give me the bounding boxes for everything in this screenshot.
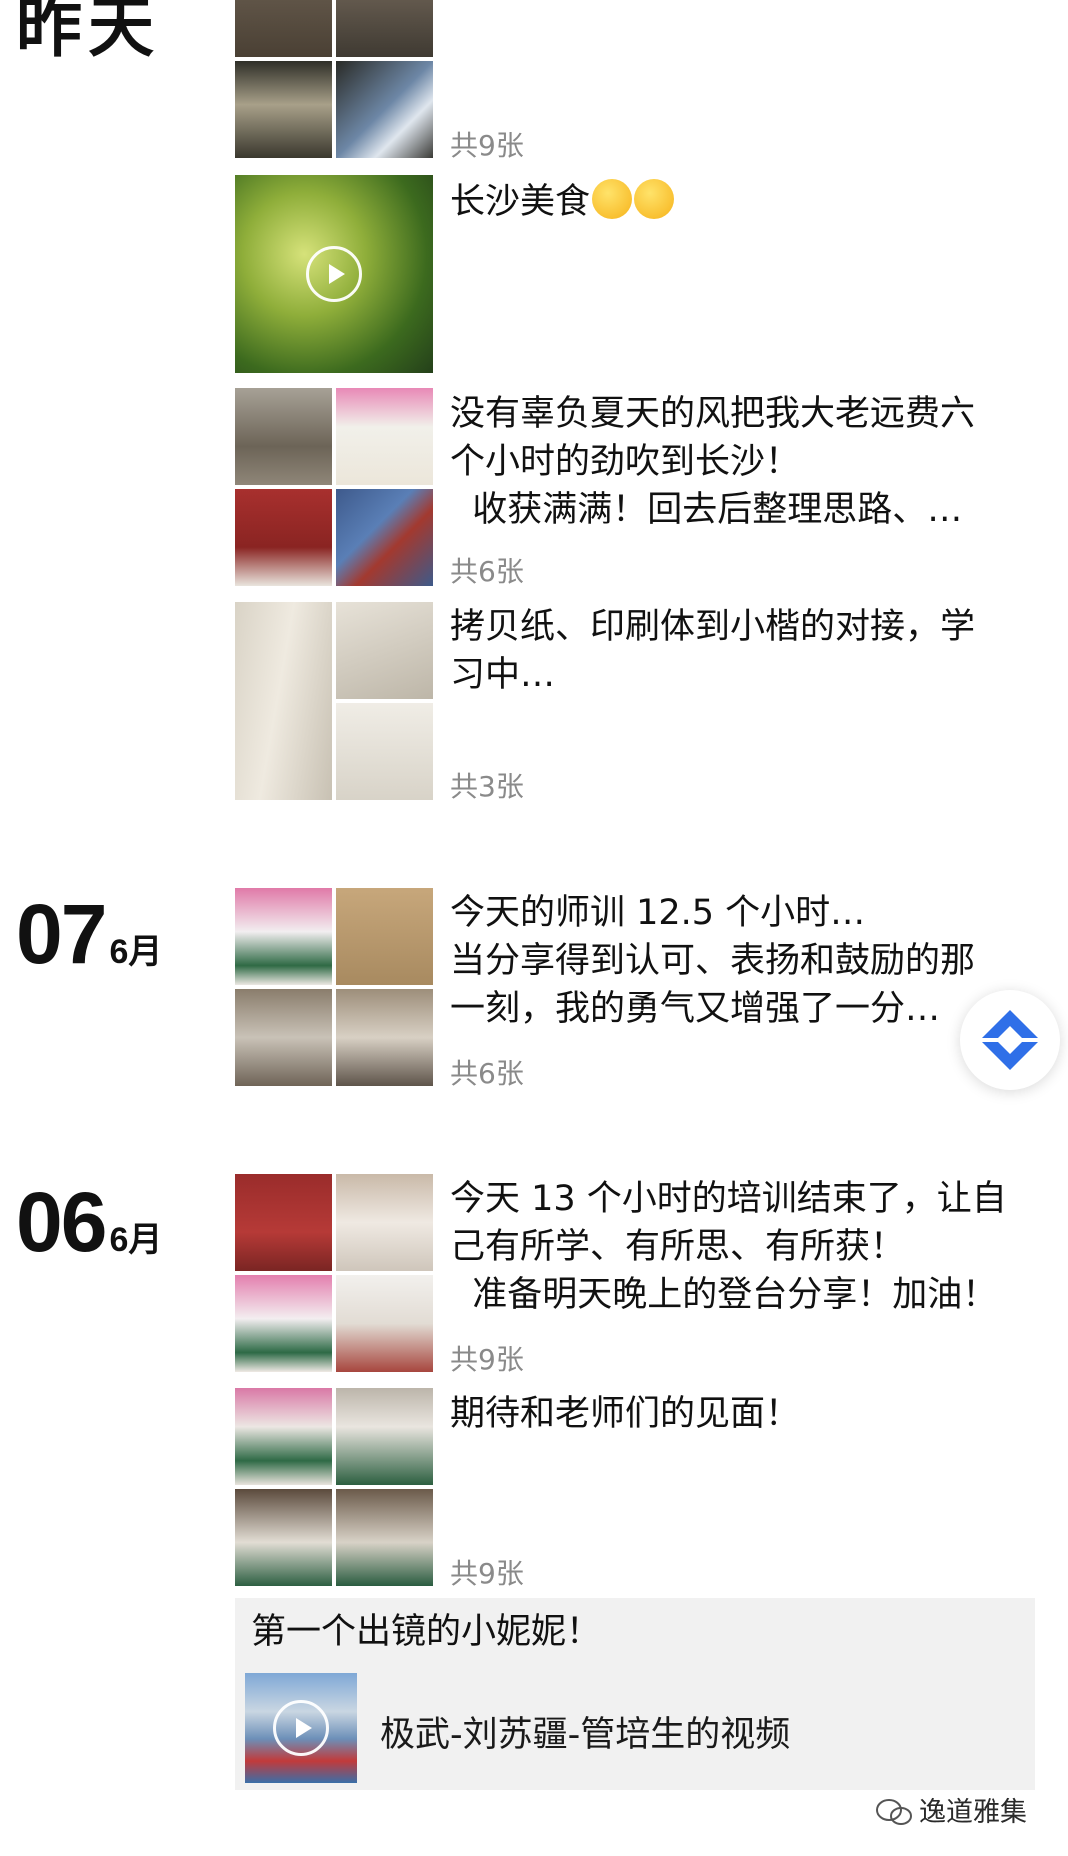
- post-thumbnail-grid[interactable]: [235, 888, 433, 1086]
- post-text-content: 长沙美食: [450, 182, 591, 222]
- date-day: 06: [16, 1175, 107, 1269]
- photo-thumb[interactable]: [235, 489, 332, 586]
- post-text: 期待和老师们的见面！: [450, 1394, 801, 1434]
- post-text: 长沙美食: [450, 178, 1030, 226]
- photo-thumb[interactable]: [336, 1174, 433, 1271]
- video-thumbnail[interactable]: [245, 1673, 357, 1783]
- post-text: 今天 13 个小时的培训结束了，让自 己有所学、有所思、有所获！ 准备明天晚上的…: [450, 1179, 1007, 1315]
- share-label: 极武-刘苏疆-管培生的视频: [380, 1715, 791, 1755]
- photo-thumb[interactable]: [336, 989, 433, 1086]
- date-month: 6月: [109, 1221, 163, 1259]
- wink-tongue-emoji-icon: [592, 179, 633, 219]
- post-thumbnail-grid[interactable]: [235, 0, 433, 158]
- photo-thumb[interactable]: [235, 1489, 332, 1586]
- photo-count: 共9张: [450, 129, 524, 162]
- date-day: 07: [16, 887, 107, 981]
- photo-thumb[interactable]: [235, 602, 332, 800]
- photo-thumb[interactable]: [235, 388, 332, 485]
- photo-count: 共9张: [450, 1557, 524, 1590]
- photo-thumb[interactable]: [235, 989, 332, 1086]
- shared-video-card[interactable]: 第一个出镜的小妮妮！ 极武-刘苏疆-管培生的视频: [235, 1598, 1035, 1790]
- photo-thumb[interactable]: [336, 703, 433, 800]
- wechat-icon: [876, 1799, 912, 1825]
- date-header-yesterday: 昨天: [16, 0, 160, 64]
- post-thumbnail-grid[interactable]: [235, 388, 433, 586]
- photo-thumb[interactable]: [235, 1275, 332, 1372]
- photo-thumb[interactable]: [336, 489, 433, 586]
- video-thumbnail[interactable]: [235, 175, 433, 373]
- play-icon[interactable]: [306, 246, 362, 302]
- post-text: 拷贝纸、印刷体到小楷的对接，学 习中…: [450, 607, 976, 695]
- share-title: 第一个出镜的小妮妮！: [251, 1612, 602, 1652]
- photo-thumb[interactable]: [336, 1388, 433, 1485]
- post-thumbnail-grid[interactable]: [235, 1174, 433, 1372]
- photo-count: 共6张: [450, 555, 524, 588]
- photo-count: 共6张: [450, 1057, 524, 1090]
- play-icon[interactable]: [273, 1700, 329, 1756]
- watermark-text: 逸道雅集: [919, 1797, 1027, 1828]
- floating-assistant-button[interactable]: [960, 990, 1060, 1090]
- post-thumbnail-grid[interactable]: [235, 1388, 433, 1586]
- chevron-logo-icon: [982, 1010, 1038, 1070]
- photo-thumb[interactable]: [336, 0, 433, 57]
- watermark: 逸道雅集: [875, 1790, 1027, 1829]
- date-header: 07 6月: [16, 892, 162, 976]
- date-header: 06 6月: [16, 1180, 162, 1264]
- photo-thumb[interactable]: [235, 888, 332, 985]
- photo-thumb[interactable]: [336, 602, 433, 699]
- post-text: 今天的师训 12.5 个小时… 当分享得到认可、表扬和鼓励的那 一刻，我的勇气又…: [450, 893, 976, 1029]
- photo-count: 共3张: [450, 770, 524, 803]
- photo-thumb[interactable]: [336, 388, 433, 485]
- post-text: 没有辜负夏天的风把我大老远费六 个小时的劲吹到长沙！ 收获满满！回去后整理思路、…: [450, 394, 976, 530]
- photo-thumb[interactable]: [336, 1275, 433, 1372]
- smiling-emoji-icon: [634, 179, 675, 219]
- photo-thumb[interactable]: [336, 1489, 433, 1586]
- photo-thumb[interactable]: [235, 61, 332, 158]
- photo-thumb[interactable]: [235, 1174, 332, 1271]
- photo-count: 共9张: [450, 1343, 524, 1376]
- photo-thumb[interactable]: [336, 61, 433, 158]
- photo-thumb[interactable]: [235, 0, 332, 57]
- date-month: 6月: [109, 933, 163, 971]
- photo-thumb[interactable]: [235, 1388, 332, 1485]
- photo-thumb[interactable]: [336, 888, 433, 985]
